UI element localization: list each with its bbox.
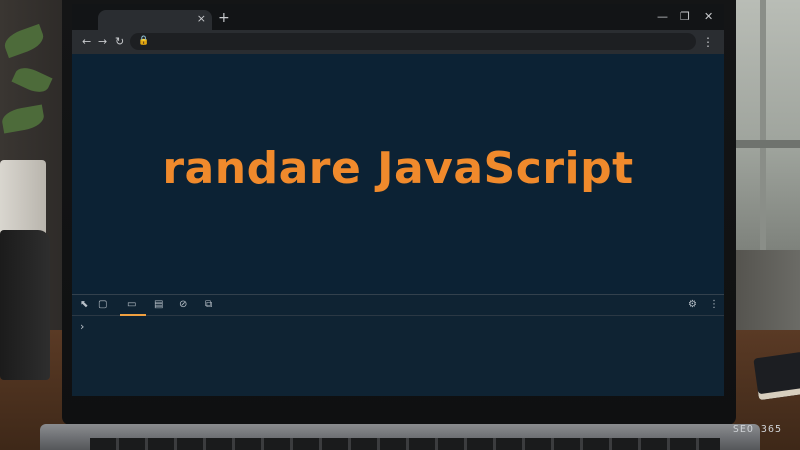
clear-console-icon[interactable]: ⊘ [179, 298, 187, 311]
keyboard [90, 438, 720, 450]
maximize-icon[interactable]: ❐ [680, 10, 690, 24]
device-toggle-icon[interactable]: ▢ [98, 298, 107, 311]
settings-gear-icon[interactable]: ⚙ [688, 298, 697, 311]
devtools-menu-icon[interactable]: ⋮ [709, 298, 719, 311]
dark-mug [0, 230, 50, 380]
new-tab-button[interactable]: + [218, 10, 230, 26]
address-bar[interactable]: 🔒 [130, 33, 696, 50]
active-tab-indicator [120, 314, 146, 316]
lock-icon[interactable]: 🔒 [138, 36, 149, 47]
watermark: SEO 365 [732, 424, 782, 435]
window-mullion [735, 140, 800, 148]
devtools-panel: ⬉ ▢ ▭ ▤ ⊘ ⧉ ⚙ ⋮ › [72, 294, 724, 396]
close-window-icon[interactable]: ✕ [704, 10, 713, 24]
background-window [735, 0, 800, 250]
console-prompt-icon[interactable]: › [80, 321, 84, 333]
devtools-toolbar: ⬉ ▢ ▭ ▤ ⊘ ⧉ ⚙ ⋮ [72, 295, 724, 316]
forward-icon[interactable]: → [98, 34, 107, 50]
notebook [753, 351, 800, 401]
page-headline: randare JavaScript [162, 142, 634, 194]
plant-pot [0, 160, 46, 240]
inspect-element-icon[interactable]: ⬉ [80, 298, 88, 311]
browser-window: × + — ❐ ✕ ← → ↻ 🔒 ⋮ randare JavaScript ⬉… [72, 4, 724, 396]
window-frame [760, 0, 766, 250]
tab-strip: × + — ❐ ✕ [72, 4, 724, 30]
screenshot-icon[interactable]: ⧉ [205, 298, 212, 311]
console-tab-icon[interactable]: ▭ [127, 298, 136, 311]
minimize-icon[interactable]: — [657, 10, 668, 24]
browser-tab[interactable]: × [98, 10, 212, 30]
browser-toolbar: ← → ↻ 🔒 ⋮ [72, 30, 724, 54]
plant-leaf [0, 104, 46, 134]
close-tab-icon[interactable]: × [197, 12, 206, 26]
plant-leaf [1, 23, 47, 59]
back-icon[interactable]: ← [82, 34, 91, 50]
browser-menu-icon[interactable]: ⋮ [702, 34, 714, 50]
reload-icon[interactable]: ↻ [115, 34, 124, 50]
plant-leaf [11, 63, 53, 97]
sources-tab-icon[interactable]: ▤ [154, 298, 163, 311]
page-content: randare JavaScript [72, 54, 724, 294]
